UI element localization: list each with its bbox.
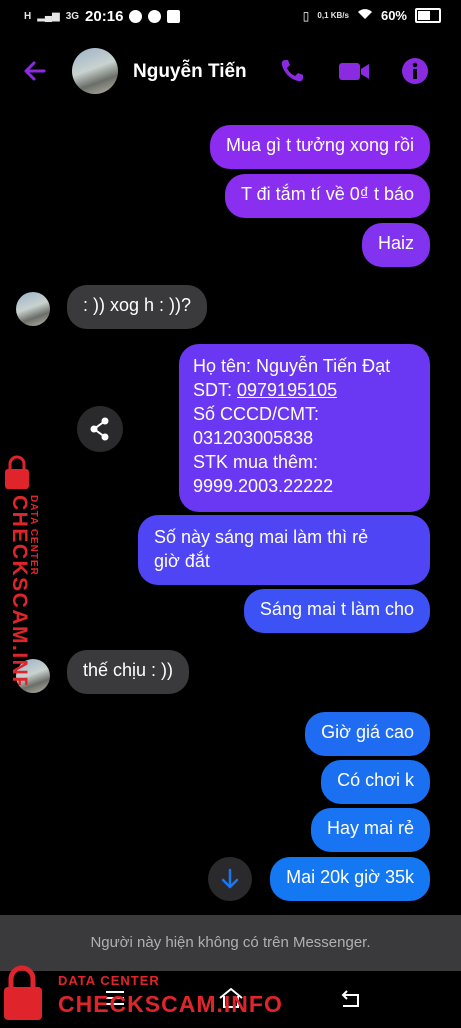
message-bubble-outgoing[interactable]: T đi tắm tí về 0₫ t báo — [225, 174, 430, 218]
watermark-brand-vertical: CHECKSCAM.INFO — [8, 495, 31, 685]
watermark-bottom: DATA CENTER CHECKSCAM.INFO — [0, 965, 283, 1023]
watermark-tagline-vertical: DATA CENTER — [28, 495, 39, 576]
facebook-notification-icon — [167, 10, 181, 23]
status-right: ▯ 0,1 KB/s 60% — [303, 8, 441, 23]
share-button[interactable] — [77, 406, 123, 452]
message-line: Số này sáng mai làm thì rẻ — [154, 527, 369, 547]
network-type-2: 3G — [65, 11, 80, 22]
status-bar: H ▂▄▆ 3G 20:16 ▯ 0,1 KB/s 60% — [0, 0, 461, 36]
chat-header: Nguyễn Tiến — [0, 36, 461, 106]
message-line: Họ tên: Nguyễn Tiến Đạt — [193, 356, 391, 376]
message-line: giờ đắt — [154, 551, 210, 571]
message-line: Số CCCD/CMT: — [193, 404, 320, 424]
message-bubble-outgoing[interactable]: Giờ giá cao — [305, 712, 430, 756]
share-icon — [90, 417, 109, 441]
arrow-down-icon — [221, 868, 239, 889]
message-bubble-outgoing[interactable]: Mua gì t tưởng xong rồi — [210, 125, 430, 169]
message-link-phone[interactable]: SDT: 0979195105 — [193, 378, 416, 402]
message-bubble-incoming[interactable]: thế chịu : )) — [67, 650, 190, 694]
lock-icon — [4, 965, 42, 1020]
back-button[interactable] — [338, 988, 364, 1010]
battery-percent: 60% — [380, 8, 407, 23]
info-icon[interactable] — [400, 56, 430, 86]
signal-icon: ▂▄▆ — [37, 11, 60, 22]
unavailable-notice-text: Người này hiện không có trên Messenger. — [90, 934, 371, 951]
contact-avatar[interactable] — [72, 48, 118, 94]
message-line: 9999.2003.22222 — [193, 476, 334, 496]
back-arrow-icon[interactable] — [20, 56, 50, 86]
message-bubble-outgoing[interactable]: Sáng mai t làm cho — [243, 589, 430, 633]
message-bubble-incoming[interactable]: : )) xog h : ))? — [67, 285, 208, 329]
message-bubble-outgoing[interactable]: Mai 20k giờ 35k — [270, 857, 430, 901]
contact-name[interactable]: Nguyễn Tiến — [133, 61, 247, 83]
scroll-to-bottom-button[interactable] — [208, 857, 252, 901]
status-time: 20:16 — [85, 8, 124, 25]
message-bubble-outgoing[interactable]: Có chơi k — [321, 760, 430, 804]
message-bubble-outgoing[interactable]: Hay mai rẻ — [310, 808, 430, 852]
wifi-icon — [357, 8, 373, 23]
unavailable-notice-bar: Người này hiện không có trên Messenger. — [0, 915, 461, 971]
messenger-notification-icon — [129, 10, 143, 23]
watermark-vertical: CHECKSCAM.INFO DATA CENTER — [0, 455, 50, 709]
status-left: H ▂▄▆ 3G 20:16 — [24, 8, 181, 25]
messenger-notification-icon-2 — [148, 10, 162, 23]
message-bubble-outgoing[interactable]: Số này sáng mai làm thì rẻ giờ đắt — [138, 515, 430, 585]
watermark-tagline: DATA CENTER — [58, 973, 160, 988]
vibrate-icon: ▯ — [302, 8, 310, 23]
video-camera-icon[interactable] — [337, 56, 371, 86]
battery-icon — [415, 8, 441, 23]
phone-icon[interactable] — [277, 56, 307, 86]
lock-icon — [5, 455, 29, 489]
network-speed: 0,1 KB/s — [317, 11, 349, 20]
watermark-brand: CHECKSCAM.INFO — [58, 991, 283, 1017]
contact-avatar-small[interactable] — [16, 292, 50, 326]
message-line: STK mua thêm: — [193, 452, 319, 472]
message-bubble-outgoing[interactable]: Họ tên: Nguyễn Tiến Đạt SDT: 0979195105 … — [179, 344, 430, 512]
message-line: 031203005838 — [193, 428, 314, 448]
message-bubble-outgoing[interactable]: Haiz — [361, 223, 430, 267]
network-type: H — [24, 11, 32, 22]
